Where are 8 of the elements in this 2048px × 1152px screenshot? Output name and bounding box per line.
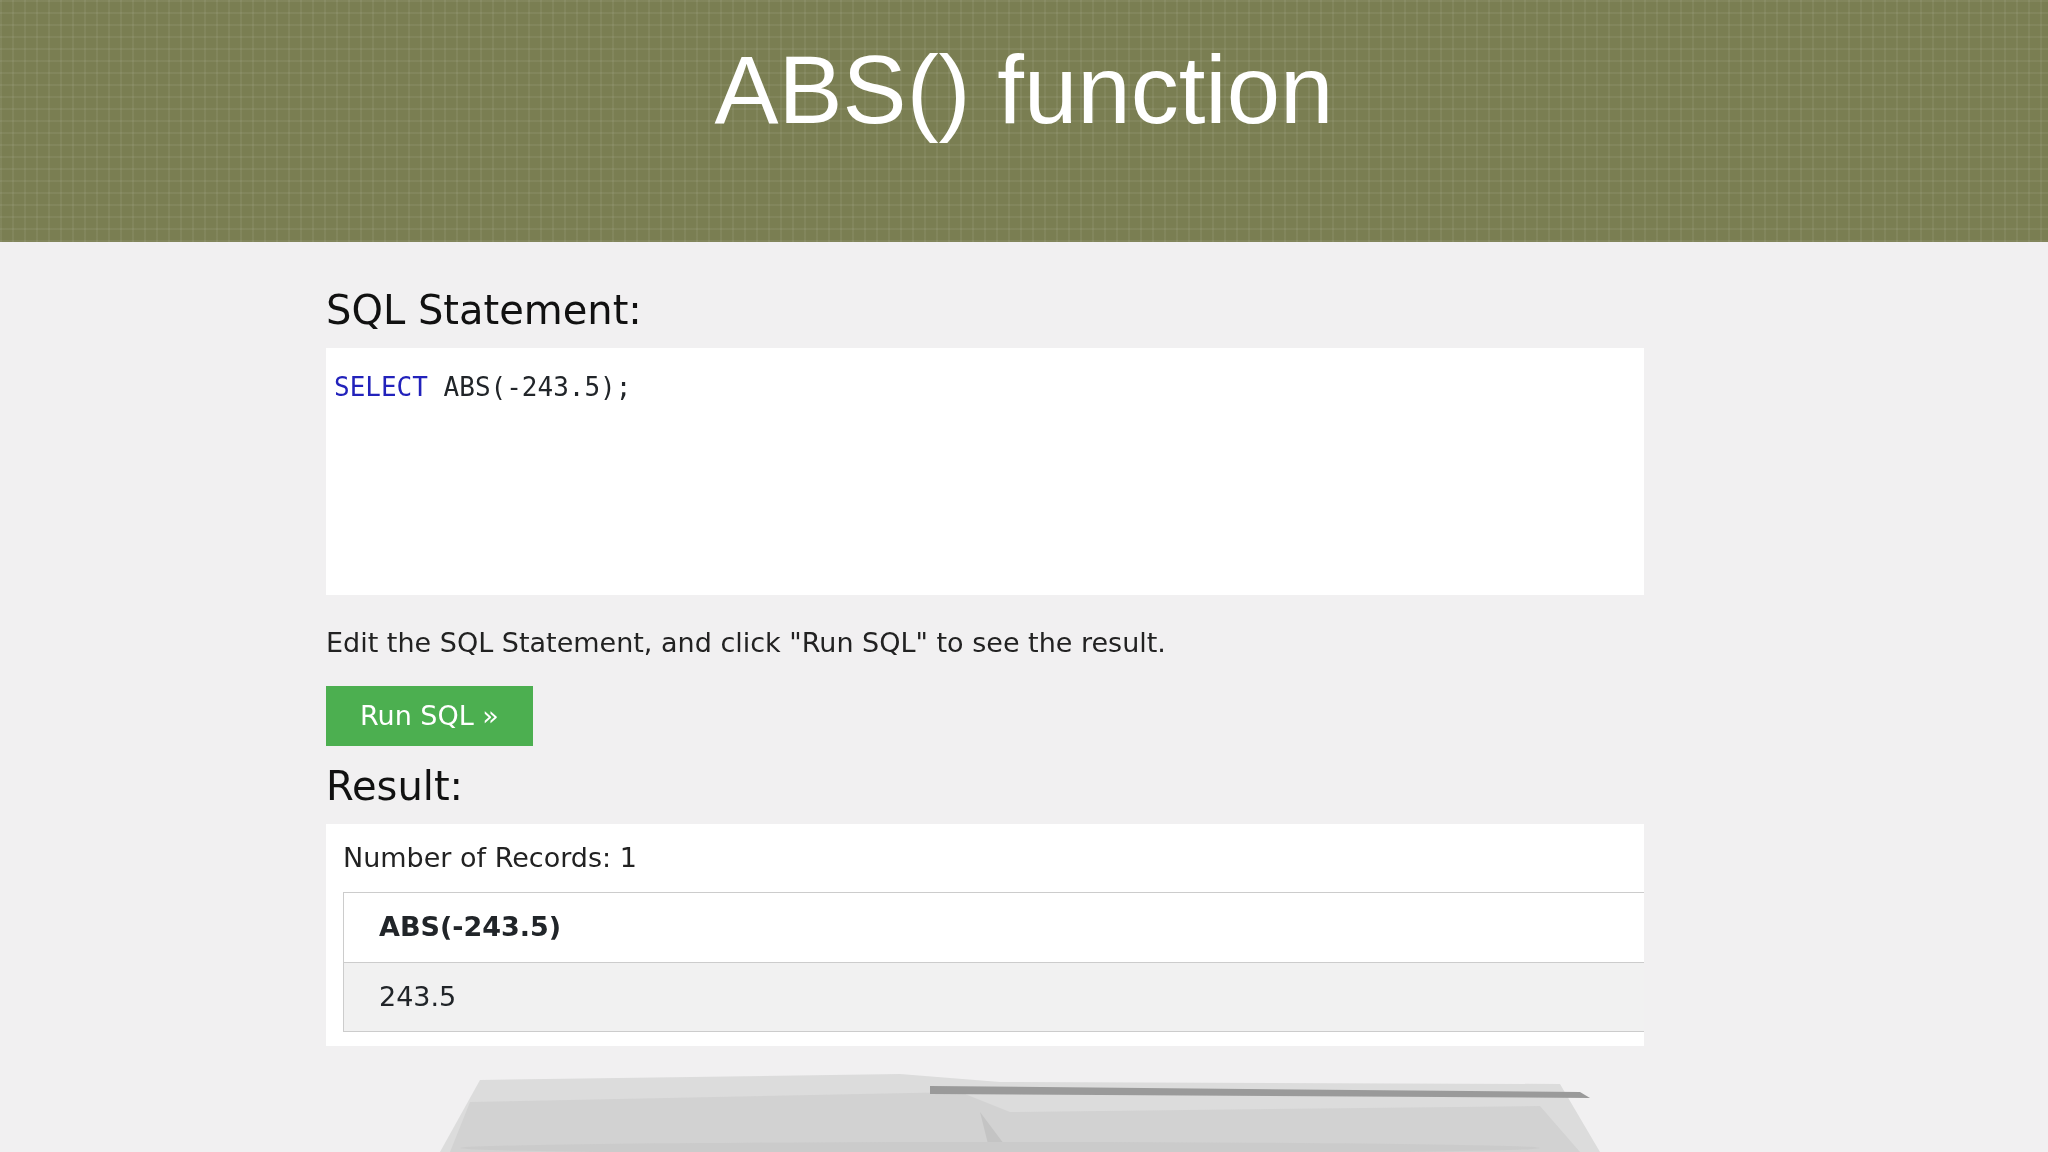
section-heading: Result: xyxy=(326,761,465,810)
slide-title: ABS() function xyxy=(714,42,1334,145)
section-heading: SQL Statement: xyxy=(326,286,643,334)
sql-editor[interactable]: SELECT ABS(-243.5); xyxy=(326,348,1644,595)
records-count: Number of Records: 1 xyxy=(343,840,638,875)
instruction-text: Edit the SQL Statement, and click "Run SQL" to see the result. xyxy=(326,626,1167,660)
table-cell: 243.5 xyxy=(343,962,1644,1032)
column-header: ABS(-243.5) xyxy=(343,892,1644,962)
